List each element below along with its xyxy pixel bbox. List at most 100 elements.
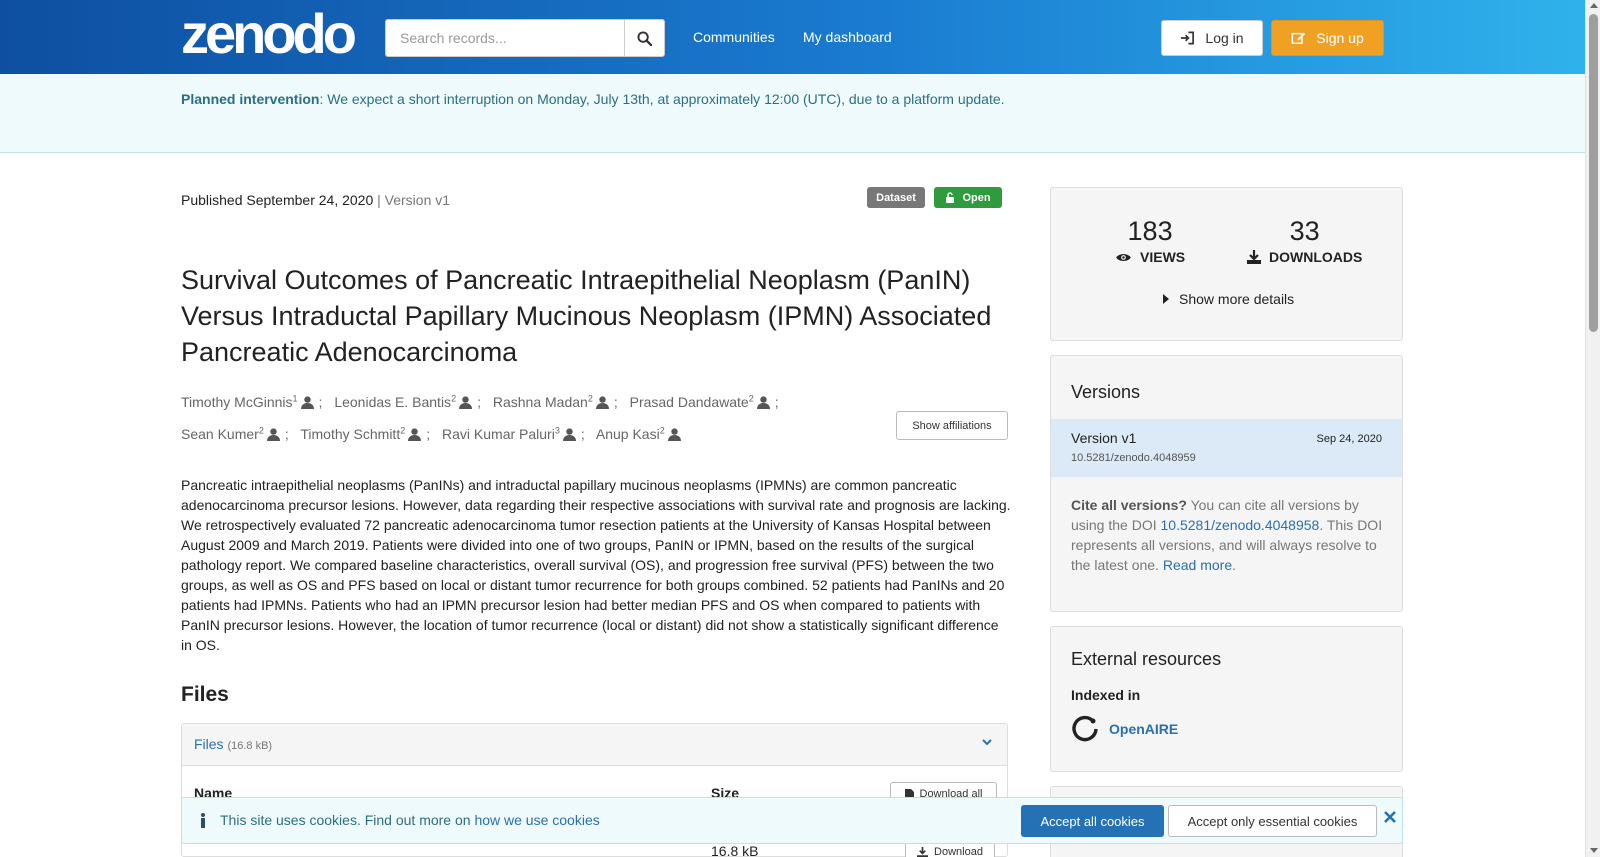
author-separator: ;	[426, 426, 431, 443]
author-item[interactable]: Leonidas E. Bantis2	[334, 393, 473, 410]
author-separator: ;	[477, 393, 481, 410]
dataset-badge-label: Dataset	[876, 191, 916, 204]
record-title: Survival Outcomes of Pancreatic Intraepi…	[181, 265, 992, 367]
cite-period: .	[1232, 557, 1236, 573]
download-icon	[1247, 250, 1261, 264]
openaire-link[interactable]: OpenAIRE	[1071, 715, 1178, 743]
chevron-down-icon[interactable]	[981, 736, 993, 748]
cookie-policy-link[interactable]: how we use cookies	[474, 812, 599, 828]
downloads-label-row: DOWNLOADS	[1247, 249, 1362, 265]
nav-my-dashboard[interactable]: My dashboard	[803, 29, 892, 45]
author-affiliation-number: 2	[258, 425, 264, 436]
nav-communities[interactable]: Communities	[693, 29, 775, 45]
scrollbar-thumb[interactable]	[1589, 14, 1598, 332]
eye-icon	[1116, 253, 1131, 261]
author-affiliation-number: 1	[292, 393, 298, 403]
author-separator: ;	[284, 426, 289, 443]
versions-heading: Versions	[1071, 382, 1141, 402]
author-item[interactable]: Timothy Schmitt2	[300, 425, 422, 442]
maintenance-banner: Planned intervention: We expect a short …	[0, 74, 1585, 153]
user-icon[interactable]	[300, 391, 314, 418]
stats-panel: 183 VIEWS 33 DOWNLOADS Show more details	[1050, 187, 1403, 341]
search-button[interactable]	[624, 19, 665, 57]
user-icon[interactable]	[408, 423, 422, 450]
views-count: 183	[1127, 216, 1173, 246]
downloads-count: 33	[1289, 216, 1320, 246]
files-panel-header[interactable]: Files (16.8 kB)	[182, 724, 1007, 766]
zenodo-logo[interactable]: zenodo	[181, 6, 357, 62]
info-icon	[201, 813, 205, 828]
scroll-down-arrow-icon[interactable]	[1590, 848, 1598, 853]
author-name[interactable]: Anup Kasi	[596, 426, 660, 442]
author-name[interactable]: Timothy Schmitt	[300, 426, 400, 442]
author-name[interactable]: Timothy McGinnis	[181, 394, 293, 410]
open-badge-label: Open	[962, 191, 991, 204]
author-item[interactable]: Ravi Kumar Paluri3	[442, 426, 576, 442]
login-label: Log in	[1205, 30, 1244, 46]
views-label: VIEWS	[1140, 249, 1186, 265]
sign-in-icon	[1181, 31, 1195, 45]
close-icon[interactable]	[1384, 811, 1396, 823]
author-item[interactable]: Rashna Madan2	[493, 393, 609, 410]
show-more-details-label: Show more details	[1179, 291, 1295, 307]
top-header: zenodo Communities My dashboard Log in S…	[0, 0, 1585, 74]
signup-button[interactable]: Sign up	[1271, 20, 1384, 56]
user-icon[interactable]	[756, 391, 770, 418]
user-icon[interactable]	[562, 423, 576, 450]
author-affiliation-number: 2	[400, 425, 406, 436]
openaire-label: OpenAIRE	[1109, 721, 1179, 737]
download-label: Download	[934, 846, 983, 857]
author-name[interactable]: Sean Kumer	[181, 426, 259, 442]
files-toggle-link[interactable]: Files	[194, 736, 224, 752]
author-affiliation-number: 2	[451, 393, 457, 403]
user-icon[interactable]	[595, 391, 609, 418]
scroll-up-arrow-icon[interactable]	[1590, 3, 1598, 8]
downloads-stat: 33 DOWNLOADS	[1247, 216, 1362, 265]
author-affiliation-number: 3	[554, 425, 560, 436]
author-name[interactable]: Ravi Kumar Paluri	[442, 426, 555, 442]
version-item[interactable]: Version v1 Sep 24, 2020 10.5281/zenodo.4…	[1051, 419, 1402, 477]
author-affiliation-number: 2	[587, 393, 593, 403]
page-scrollbar[interactable]	[1585, 0, 1600, 857]
show-affiliations-button[interactable]: Show affiliations	[896, 411, 1008, 440]
external-resources-heading: External resources	[1071, 649, 1222, 669]
user-icon[interactable]	[667, 423, 681, 450]
read-more-link[interactable]: Read more	[1163, 557, 1232, 573]
cite-all-versions: Cite all versions? You can cite all vers…	[1071, 495, 1391, 575]
published-date: Published September 24, 2020	[181, 192, 374, 208]
author-item[interactable]: Prasad Dandawate2	[630, 393, 770, 410]
files-total-size: (16.8 kB)	[227, 740, 273, 752]
author-affiliation-number: 2	[659, 425, 665, 436]
accept-all-cookies-button[interactable]: Accept all cookies	[1021, 805, 1164, 837]
author-name[interactable]: Rashna Madan	[493, 394, 588, 410]
record-abstract: Pancreatic intraepithelial neoplasms (Pa…	[181, 477, 1011, 653]
downloads-label: DOWNLOADS	[1269, 249, 1363, 265]
cite-question: Cite all versions?	[1071, 497, 1187, 513]
concept-doi-link[interactable]: 10.5281/zenodo.4048958	[1161, 517, 1320, 533]
publication-info: Published September 24, 2020 | Version v…	[181, 192, 450, 208]
author-separator: ;	[613, 393, 618, 410]
search-input[interactable]	[385, 19, 625, 57]
caret-right-icon	[1163, 294, 1169, 304]
banner-title: Planned intervention	[181, 91, 320, 107]
author-item[interactable]: Anup Kasi2	[596, 426, 681, 442]
file-size: 16.8 kB	[711, 843, 759, 857]
user-icon[interactable]	[459, 391, 473, 418]
version-label: | Version v1	[377, 192, 451, 208]
unlock-icon	[946, 192, 955, 203]
download-icon	[917, 846, 929, 857]
author-item[interactable]: Sean Kumer2	[181, 426, 280, 442]
show-more-details-toggle[interactable]: Show more details	[1163, 291, 1294, 307]
author-item[interactable]: Timothy McGinnis1	[181, 393, 314, 410]
search-bar	[385, 19, 665, 57]
open-access-badge: Open	[934, 187, 1002, 208]
author-name[interactable]: Prasad Dandawate	[630, 394, 749, 410]
files-heading: Files	[181, 683, 229, 706]
author-name[interactable]: Leonidas E. Bantis	[334, 394, 451, 410]
login-button[interactable]: Log in	[1161, 20, 1263, 56]
accept-essential-cookies-button[interactable]: Accept only essential cookies	[1168, 805, 1377, 837]
author-separator: ;	[580, 426, 585, 443]
user-icon[interactable]	[266, 423, 280, 450]
search-icon	[637, 30, 653, 46]
external-resources-panel: External resources Indexed in OpenAIRE	[1050, 626, 1403, 772]
